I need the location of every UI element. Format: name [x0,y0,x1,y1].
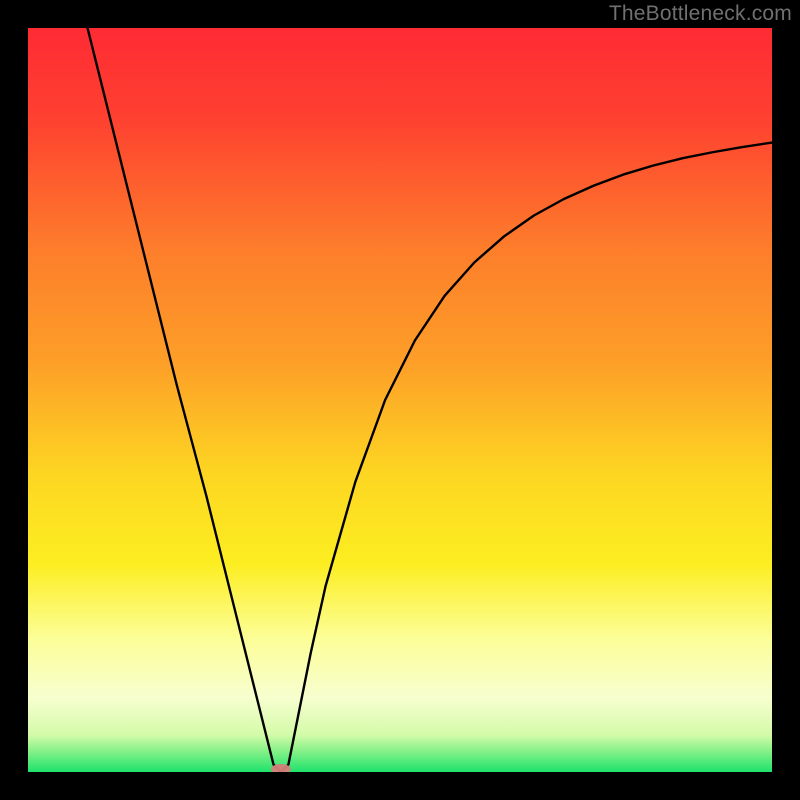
plot-area [28,28,772,772]
chart-frame: TheBottleneck.com [0,0,800,800]
watermark-text: TheBottleneck.com [609,2,792,26]
chart-svg [28,28,772,772]
